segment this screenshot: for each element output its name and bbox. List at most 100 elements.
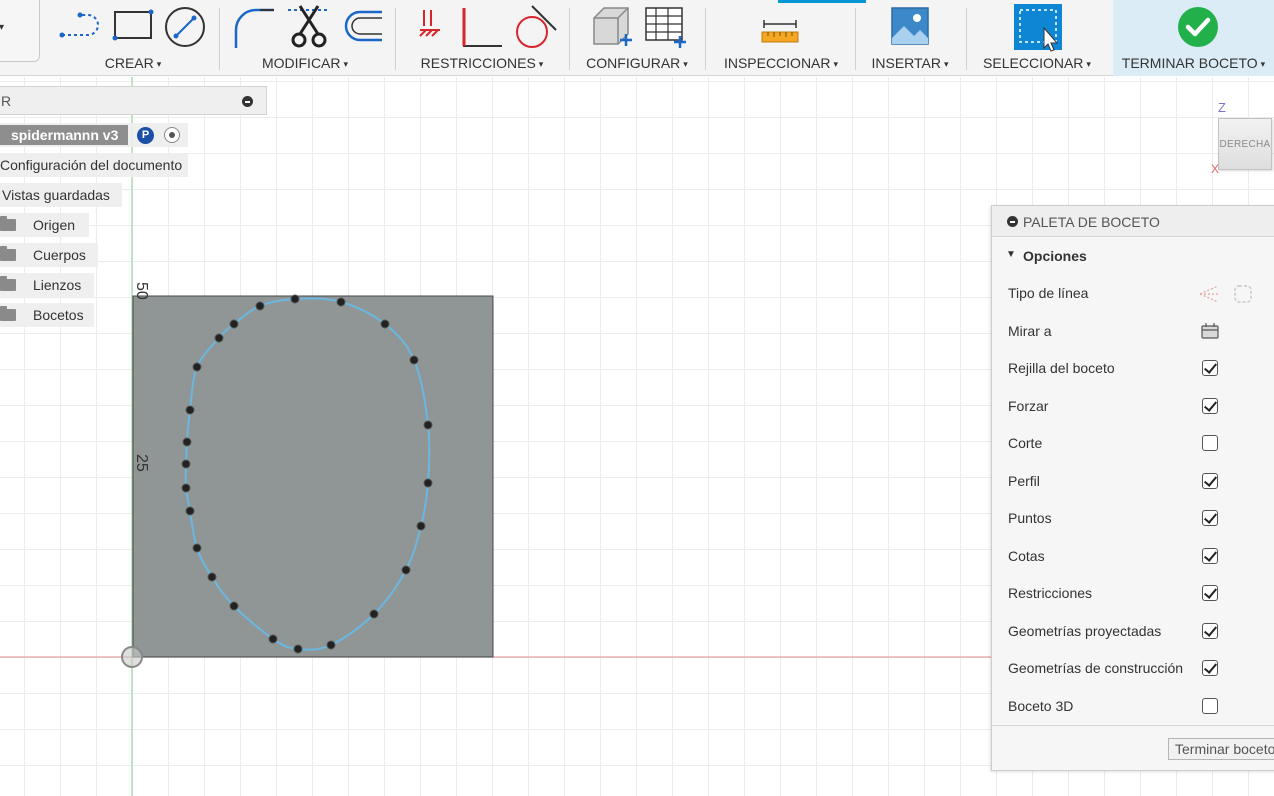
option-slice[interactable]: Corte: [992, 425, 1274, 461]
option-snap[interactable]: Forzar: [992, 388, 1274, 424]
spline-control-point[interactable]: [214, 333, 224, 343]
group-constraints[interactable]: RESTRICCIONES ▾: [396, 0, 568, 76]
spline-control-point[interactable]: [229, 601, 239, 611]
modify-menu-label[interactable]: MODIFICAR ▾: [220, 55, 390, 71]
create-menu-label[interactable]: CREAR ▾: [48, 55, 218, 71]
dimensions-checkbox[interactable]: [1202, 548, 1218, 564]
insert-menu-label[interactable]: INSERTAR ▾: [858, 55, 962, 71]
sketch-grid-checkbox[interactable]: [1202, 360, 1218, 376]
option-sketch-grid[interactable]: Rejilla del boceto: [992, 350, 1274, 386]
browser-header[interactable]: R: [0, 86, 267, 115]
parameters-box-icon[interactable]: [590, 4, 634, 50]
measure-ruler-icon[interactable]: [760, 4, 800, 48]
group-select[interactable]: SELECCIONAR ▾: [970, 0, 1104, 76]
canvas-image-rect[interactable]: [132, 295, 494, 658]
select-menu-label[interactable]: SELECCIONAR ▾: [970, 55, 1104, 71]
group-finish-sketch[interactable]: TERMINAR BOCETO ▾: [1113, 0, 1274, 76]
dimension-label-mid: 25: [133, 454, 150, 472]
constraints-checkbox[interactable]: [1202, 585, 1218, 601]
view-cube-face-right[interactable]: DERECHA: [1218, 118, 1272, 170]
spline-control-point[interactable]: [268, 634, 278, 644]
option-dimensions[interactable]: Cotas: [992, 538, 1274, 574]
option-projected-geometries[interactable]: Geometrías proyectadas: [992, 613, 1274, 649]
spline-control-point[interactable]: [336, 297, 346, 307]
group-create[interactable]: CREAR ▾: [48, 0, 218, 76]
collapse-icon[interactable]: [242, 96, 253, 107]
snap-checkbox[interactable]: [1202, 398, 1218, 414]
option-points[interactable]: Puntos: [992, 500, 1274, 536]
spline-control-point[interactable]: [181, 483, 191, 493]
coincident-constraint-icon[interactable]: [416, 4, 446, 48]
spline-control-point[interactable]: [423, 478, 433, 488]
fillet-icon[interactable]: [230, 4, 278, 50]
view-cube[interactable]: Z DERECHA X: [1208, 100, 1274, 180]
spline-control-point[interactable]: [326, 640, 336, 650]
browser-item-label: Cuerpos: [33, 247, 86, 263]
pin-badge-icon[interactable]: P: [137, 127, 154, 144]
centerline-icon[interactable]: [1232, 283, 1254, 305]
finish-sketch-check-icon[interactable]: [1177, 6, 1219, 48]
tangent-constraint-icon[interactable]: [512, 4, 560, 50]
origin-point-icon[interactable]: [121, 646, 143, 668]
spline-control-point[interactable]: [255, 301, 265, 311]
group-configure[interactable]: CONFIGURAR ▾: [570, 0, 704, 76]
constraints-menu-label[interactable]: RESTRICCIONES ▾: [396, 55, 568, 71]
spline-control-point[interactable]: [185, 506, 195, 516]
insert-image-icon[interactable]: [890, 4, 930, 48]
activate-radio-icon[interactable]: [164, 127, 180, 143]
spline-control-point[interactable]: [369, 609, 379, 619]
projected-geometries-checkbox[interactable]: [1202, 623, 1218, 639]
palette-header[interactable]: PALETA DE BOCETO: [992, 206, 1274, 237]
spline-control-point[interactable]: [290, 294, 300, 304]
spline-control-point[interactable]: [185, 405, 195, 415]
points-checkbox[interactable]: [1202, 510, 1218, 526]
browser-item-canvases[interactable]: Lienzos: [0, 273, 94, 297]
spline-control-point[interactable]: [229, 319, 239, 329]
circle-icon[interactable]: [162, 4, 208, 50]
spline-control-point[interactable]: [416, 521, 426, 531]
slice-checkbox[interactable]: [1202, 435, 1218, 451]
option-profile[interactable]: Perfil: [992, 463, 1274, 499]
option-constraints[interactable]: Restricciones: [992, 575, 1274, 611]
spline-control-point[interactable]: [380, 319, 390, 329]
slot-icon[interactable]: [58, 4, 106, 48]
spline-control-point[interactable]: [207, 572, 217, 582]
spline-control-point[interactable]: [293, 644, 303, 654]
browser-item-document-settings[interactable]: Configuración del documento: [0, 153, 188, 177]
spline-control-point[interactable]: [423, 420, 433, 430]
look-at-icon[interactable]: [1200, 321, 1220, 341]
perpendicular-constraint-icon[interactable]: [460, 4, 504, 50]
construction-geometries-checkbox[interactable]: [1202, 660, 1218, 676]
finish-sketch-button[interactable]: Terminar boceto: [1168, 738, 1274, 760]
profile-checkbox[interactable]: [1202, 473, 1218, 489]
browser-root-item[interactable]: spidermannn v3 P: [0, 123, 188, 147]
browser-item-bodies[interactable]: Cuerpos: [0, 243, 98, 267]
spline-control-point[interactable]: [401, 565, 411, 575]
browser-item-sketches[interactable]: Bocetos: [0, 303, 94, 327]
construction-line-icon[interactable]: [1198, 283, 1220, 305]
spline-control-point[interactable]: [409, 355, 419, 365]
spline-control-point[interactable]: [181, 459, 191, 469]
configure-menu-label[interactable]: CONFIGURAR ▾: [570, 55, 704, 71]
group-modify[interactable]: MODIFICAR ▾: [220, 0, 390, 76]
browser-item-named-views[interactable]: Vistas guardadas: [0, 183, 122, 207]
spline-control-point[interactable]: [192, 543, 202, 553]
browser-item-origin[interactable]: Origen: [0, 213, 89, 237]
table-configure-icon[interactable]: [644, 4, 688, 50]
inspect-menu-label[interactable]: INSPECCIONAR ▾: [714, 55, 848, 71]
minimize-icon[interactable]: [1007, 216, 1018, 227]
select-cursor-icon[interactable]: [1014, 4, 1062, 52]
document-name[interactable]: spidermannn v3: [0, 125, 129, 145]
group-insert[interactable]: INSERTAR ▾: [858, 0, 962, 76]
rectangle-icon[interactable]: [110, 4, 156, 48]
spline-control-point[interactable]: [182, 437, 192, 447]
option-3d-sketch[interactable]: Boceto 3D: [992, 688, 1274, 724]
offset-icon[interactable]: [340, 4, 386, 48]
3d-sketch-checkbox[interactable]: [1202, 698, 1218, 714]
finish-sketch-menu-label[interactable]: TERMINAR BOCETO ▾: [1113, 55, 1274, 71]
option-construction-geometries[interactable]: Geometrías de construcción: [992, 650, 1274, 686]
workspace-switcher[interactable]: ▾: [0, 0, 40, 62]
spline-control-point[interactable]: [192, 362, 202, 372]
group-inspect[interactable]: INSPECCIONAR ▾: [714, 0, 848, 76]
trim-scissors-icon[interactable]: [284, 4, 332, 50]
